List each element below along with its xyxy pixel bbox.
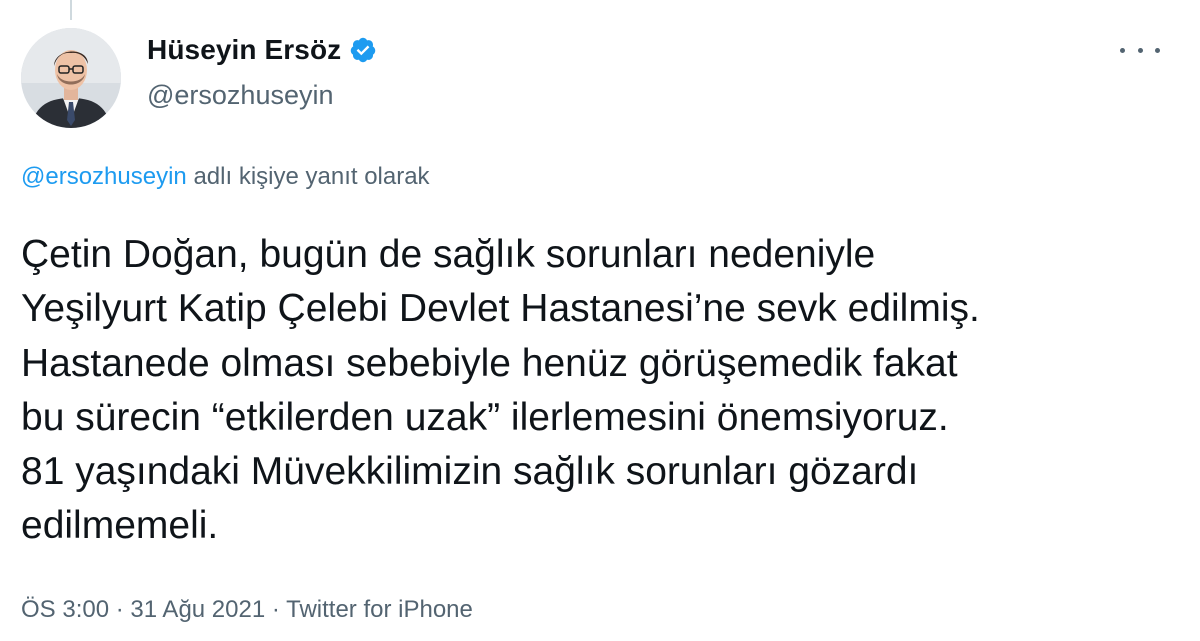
avatar-photo xyxy=(21,28,121,128)
tweet-text-line: edilmemeli. xyxy=(21,504,219,548)
tweet-text-line: Yeşilyurt Katip Çelebi Devlet Hastanesi’… xyxy=(21,287,980,331)
tweet-text-line: bu sürecin “etkilerden uzak” ilerlemesin… xyxy=(21,395,949,439)
thread-connector-line xyxy=(70,0,72,20)
tweet-metadata: ÖS 3:00 · 31 Ağu 2021 · Twitter for iPho… xyxy=(21,596,473,624)
tweet-time[interactable]: ÖS 3:00 xyxy=(21,596,109,623)
reply-context: @ersozhuseyin adlı kişiye yanıt olarak xyxy=(21,163,430,191)
meta-separator: · xyxy=(109,596,131,623)
more-options-icon[interactable] xyxy=(1120,40,1160,60)
reply-context-text: adlı kişiye yanıt olarak xyxy=(186,163,430,190)
avatar[interactable] xyxy=(21,28,121,128)
tweet-source[interactable]: Twitter for iPhone xyxy=(286,596,473,623)
author-handle[interactable]: @ersozhuseyin xyxy=(147,80,334,111)
author-display-name[interactable]: Hüseyin Ersöz xyxy=(147,34,341,66)
author-name-row: Hüseyin Ersöz xyxy=(147,34,377,66)
reply-mention-link[interactable]: @ersozhuseyin xyxy=(21,163,187,190)
tweet-date[interactable]: 31 Ağu 2021 xyxy=(130,596,265,623)
tweet-text-line: 81 yaşındaki Müvekkilimizin sağlık sorun… xyxy=(21,450,919,494)
verified-badge-icon xyxy=(349,36,377,64)
meta-separator: · xyxy=(265,596,287,623)
tweet-text-line: Hastanede olması sebebiyle henüz görüşem… xyxy=(21,341,958,385)
tweet-text: Çetin Doğan, bugün de sağlık sorunları n… xyxy=(21,228,1181,554)
tweet-text-line: Çetin Doğan, bugün de sağlık sorunları n… xyxy=(21,233,876,276)
